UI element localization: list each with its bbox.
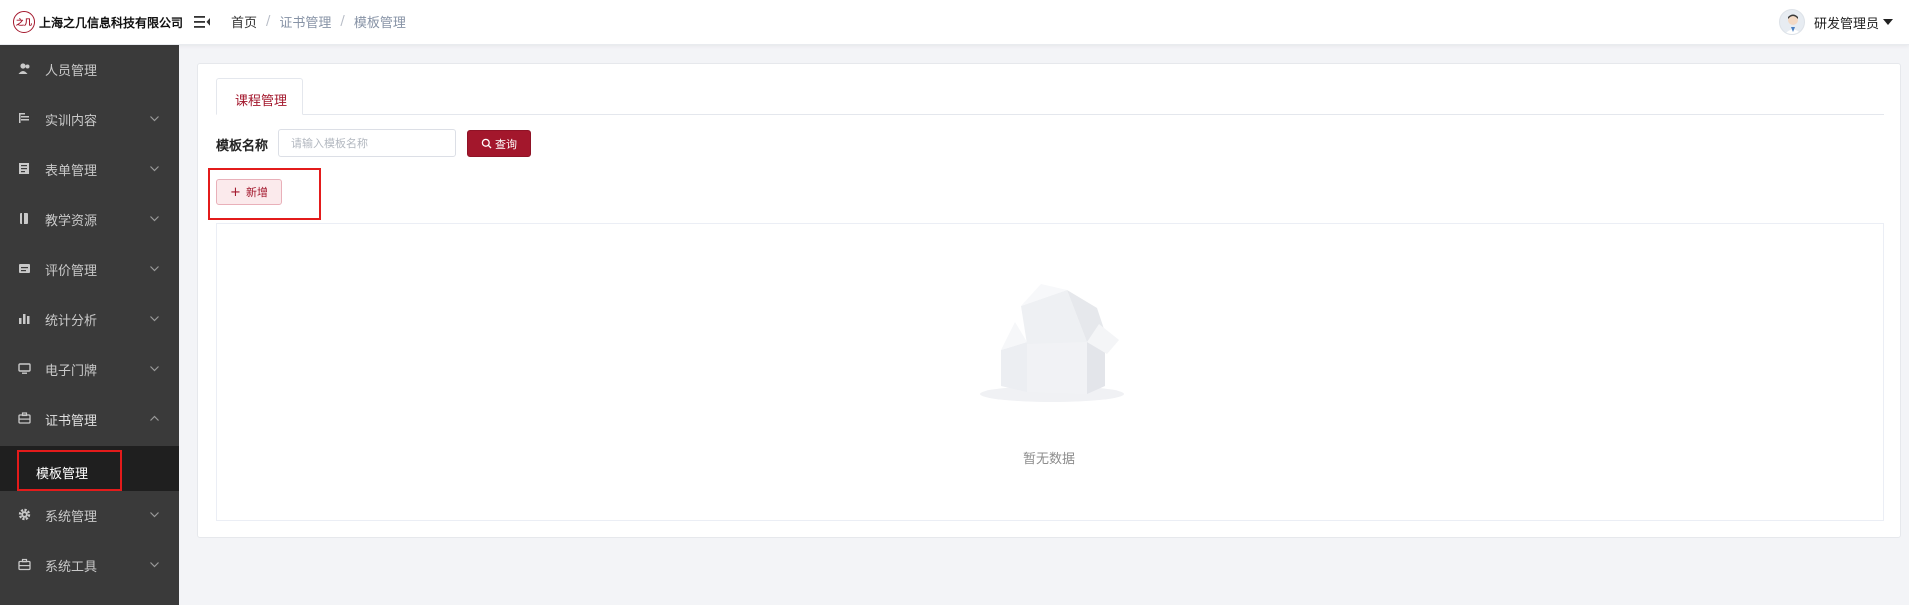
sidebar-item-personnel[interactable]: 人员管理 [0,45,179,93]
empty-state-text: 暂无数据 [1023,452,1076,467]
empty-table: 暂无数据 [216,223,1884,521]
tab-label: 课程管理 [235,94,288,109]
user-menu[interactable]: 研发管理员 [1778,9,1893,35]
plus-icon: + [230,184,241,200]
chevron-down-icon [149,363,160,374]
sidebar-item-label: 评价管理 [45,264,98,279]
chevron-up-icon [149,413,160,424]
chevron-down-icon [149,313,160,324]
sidebar-item-resources[interactable]: 教学资源 [0,195,179,243]
gear-icon [18,508,31,521]
top-header: 之几 上海之几信息科技有限公司 首页 / 证书管理 / 模板管理 研发管理员 [0,0,1909,45]
sidebar-item-label: 人员管理 [45,64,98,79]
sidebar-item-label: 实训内容 [45,114,98,129]
certificates-submenu: 模板管理 [0,446,179,491]
chevron-down-icon [149,559,160,570]
add-button[interactable]: + 新增 [216,179,282,205]
sidebar-item-label: 统计分析 [45,314,98,329]
form-icon [18,162,31,175]
sidebar-item-forms[interactable]: 表单管理 [0,145,179,193]
add-button-label: 新增 [245,186,268,199]
evaluation-icon [18,262,31,275]
sidebar-item-label: 电子门牌 [45,364,98,379]
resource-icon [18,212,31,225]
sidebar-item-evaluation[interactable]: 评价管理 [0,245,179,293]
user-name[interactable]: 研发管理员 [1814,13,1879,32]
chevron-down-icon [149,509,160,520]
tabs-divider [216,114,1884,115]
caret-down-icon[interactable] [1883,19,1893,25]
certificate-icon [18,412,31,425]
chevron-down-icon [149,263,160,274]
query-button-label: 查询 [495,137,517,151]
brand[interactable]: 之几 上海之几信息科技有限公司 [13,11,183,33]
toolbox-icon [18,558,31,571]
training-icon [18,112,31,125]
breadcrumb-separator: / [340,14,345,29]
sidebar-item-label: 系统工具 [45,560,98,575]
monitor-icon [18,362,31,375]
company-name: 上海之几信息科技有限公司 [39,15,184,30]
breadcrumb-current: 模板管理 [353,16,406,31]
sidebar-item-label: 系统管理 [45,510,98,525]
query-button[interactable]: 查询 [467,130,531,157]
breadcrumb-separator: / [266,14,271,29]
sidebar-item-statistics[interactable]: 统计分析 [0,295,179,343]
sidebar-item-certificates[interactable]: 证书管理 [0,395,179,443]
chevron-down-icon [149,213,160,224]
main-card: 课程管理 模板名称 查询 + 新增 [197,63,1901,538]
user-icon [18,62,31,75]
sidebar-item-system-management[interactable]: 系统管理 [0,491,179,539]
empty-box-icon [977,282,1127,404]
template-name-label: 模板名称 [216,139,269,154]
chevron-down-icon [149,113,160,124]
tab-course-management[interactable]: 课程管理 [216,78,303,115]
menu-fold-icon[interactable] [193,13,211,31]
user-avatar[interactable] [1778,9,1805,35]
sidebar-item-e-doorplate[interactable]: 电子门牌 [0,345,179,393]
breadcrumb: 首页 / 证书管理 / 模板管理 [231,12,406,31]
breadcrumb-section: 证书管理 [279,16,332,31]
template-name-input[interactable] [278,129,456,157]
chevron-down-icon [149,163,160,174]
sidebar-item-label: 教学资源 [45,214,98,229]
sidebar-subitem-template-management[interactable]: 模板管理 [17,450,122,491]
sidebar-item-system-tools[interactable]: 系统工具 [0,541,179,589]
search-icon [481,138,492,149]
sidebar: 人员管理 实训内容 表单管理 教学资源 评价管理 统计分析 电子门牌 证书管理 … [0,45,179,605]
bar-chart-icon [18,312,31,325]
breadcrumb-home[interactable]: 首页 [231,12,257,31]
sidebar-item-label: 表单管理 [45,164,98,179]
sidebar-item-label: 证书管理 [45,414,98,429]
sidebar-subitem-label: 模板管理 [36,467,89,482]
sidebar-item-training[interactable]: 实训内容 [0,95,179,143]
company-logo: 之几 [13,11,35,33]
